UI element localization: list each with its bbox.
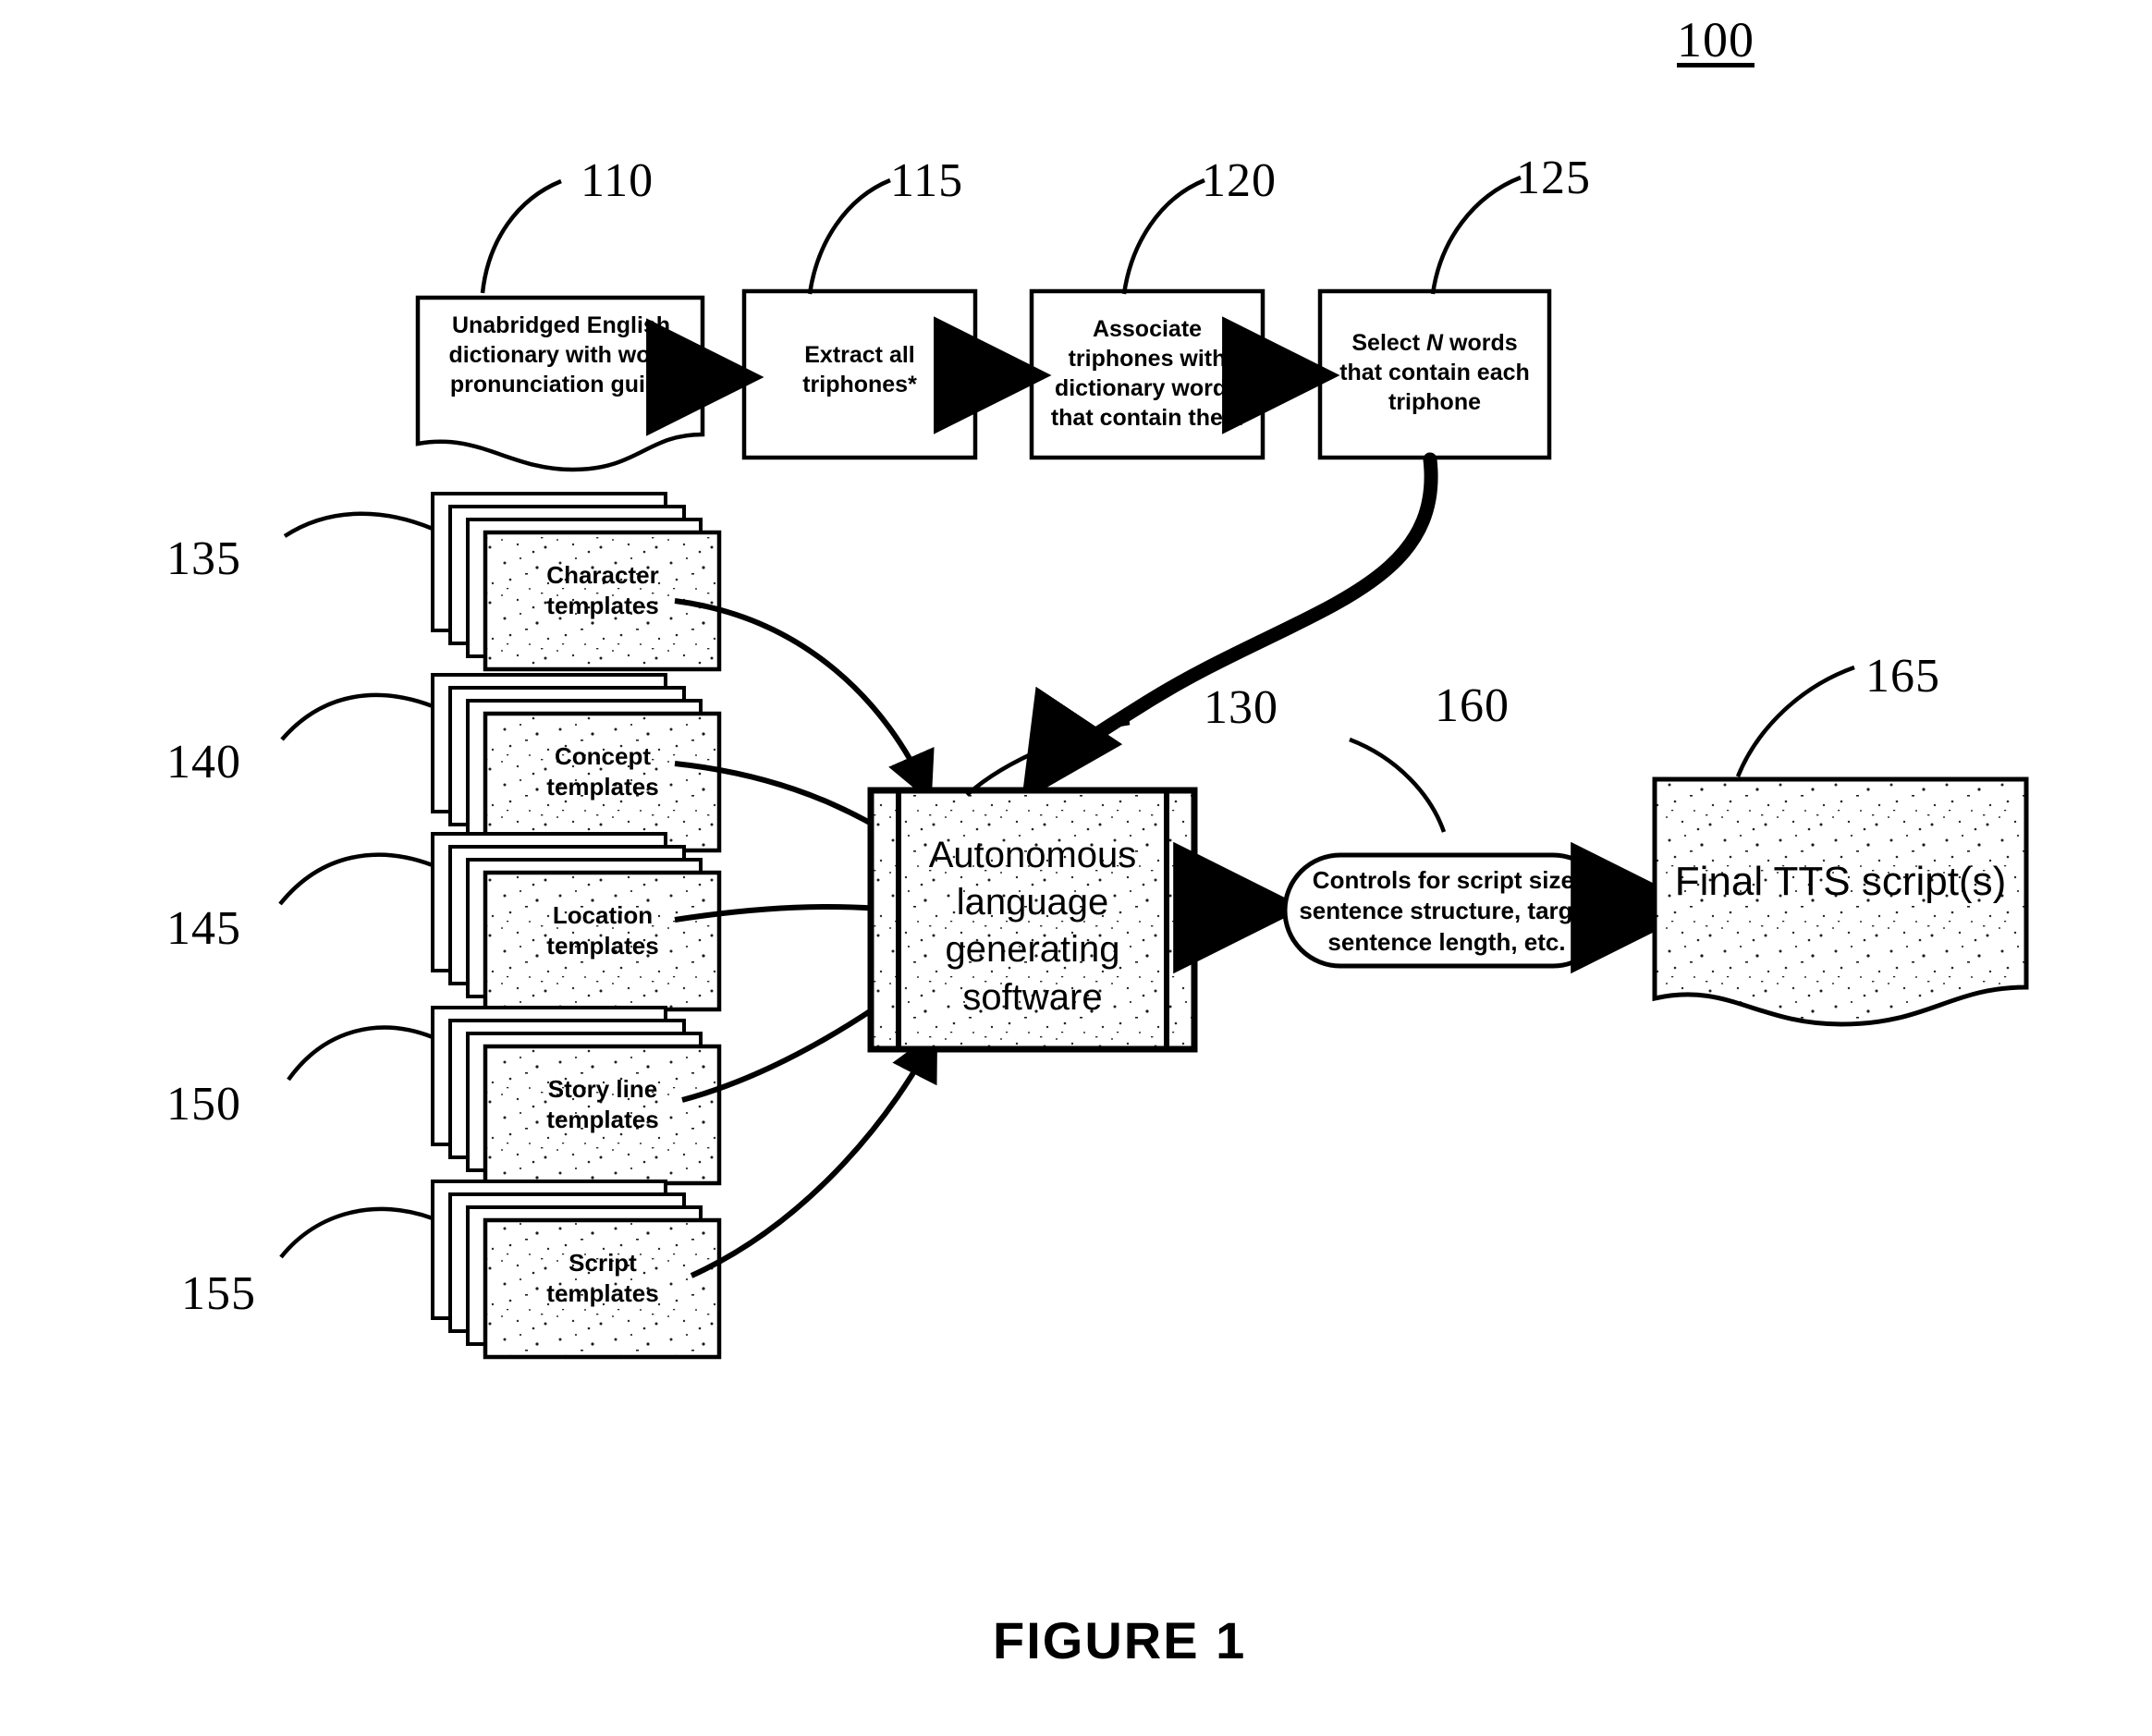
reference-115: 115 [890,154,964,207]
node-software-shape [867,787,1198,1053]
leader-line-145 [278,852,434,906]
arrow-script-to-software [690,1029,938,1278]
arrow-select-to-software [1021,452,1438,802]
reference-135: 135 [166,532,241,585]
system-reference-100: 100 [1677,12,1755,67]
leader-line-165 [1735,665,1855,777]
reference-165: 165 [1865,650,1940,703]
figure-caption: FIGURE 1 [993,1611,1247,1669]
reference-120: 120 [1202,154,1277,207]
leader-line-160 [1349,737,1447,833]
reference-160: 160 [1435,679,1510,732]
leader-line-125 [1430,175,1522,295]
reference-140: 140 [166,736,241,789]
stack-script-templates [431,1180,722,1360]
figure-canvas: 100 110 115 120 125 130 160 165 135 140 … [0,0,2152,1736]
stack-storyline-templates [431,1006,722,1186]
reference-150: 150 [166,1078,241,1131]
leader-line-135 [283,511,434,538]
leader-line-155 [279,1206,434,1259]
leader-line-140 [280,692,434,741]
node-output-shape [1652,776,2029,1027]
leader-line-115 [807,177,891,295]
node-select-shape [1317,288,1552,460]
leader-line-110 [480,178,562,294]
reference-110: 110 [581,154,654,207]
reference-130: 130 [1204,681,1278,734]
node-dictionary-shape [415,295,705,472]
node-extract-shape [741,288,978,460]
stack-character-templates [431,492,722,672]
reference-155: 155 [181,1267,256,1320]
leader-line-120 [1121,177,1205,295]
node-associate-shape [1029,288,1266,460]
diagram-vector-layer [278,175,2029,1360]
reference-145: 145 [166,902,241,955]
node-controls-shape [1282,852,1611,969]
reference-125: 125 [1516,152,1591,204]
leader-line-150 [287,1025,434,1082]
